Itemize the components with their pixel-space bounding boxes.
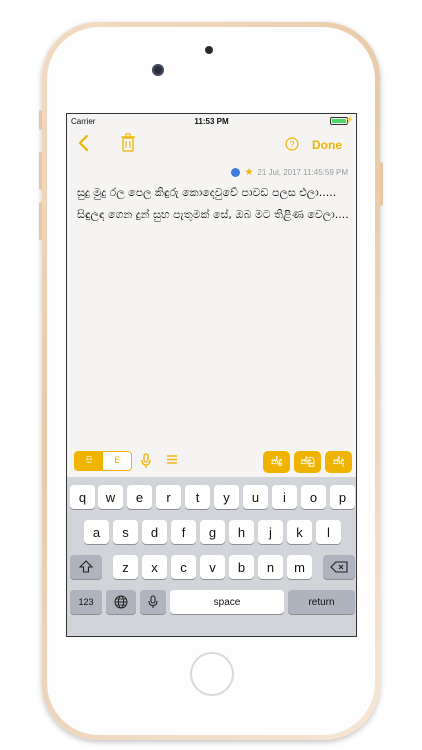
key-g[interactable]: g [200,520,225,544]
key-f[interactable]: f [171,520,196,544]
star-icon[interactable]: ★ [244,167,253,178]
key-v[interactable]: v [200,555,225,579]
power-button [380,162,383,206]
key-s[interactable]: s [113,520,138,544]
dictation-key[interactable] [140,590,166,614]
space-key[interactable]: space [170,590,284,614]
help-icon[interactable]: ? [285,136,299,155]
status-bar: Carrier 11:53 PM ⚡ [67,114,356,128]
shift-icon[interactable] [70,555,102,579]
charging-icon: ⚡ [345,117,354,124]
delete-icon[interactable] [323,555,355,579]
key-c[interactable]: c [171,555,196,579]
toolbar: ? Done [67,132,356,160]
input-mode-toggle[interactable]: සි E [74,451,132,471]
key-u[interactable]: u [243,485,268,509]
suggestion-chip[interactable]: න්දු [263,451,290,473]
menu-icon[interactable] [166,452,178,470]
app-screen: Carrier 11:53 PM ⚡ ? Done ★ 21 Jul, 2017… [66,113,357,637]
microphone-icon [148,595,158,609]
key-o[interactable]: o [301,485,326,509]
globe-icon[interactable] [106,590,136,614]
svg-text:?: ? [289,140,294,150]
key-b[interactable]: b [229,555,254,579]
note-body[interactable]: සුදු මුදු රල පෙල කිඳුරු කොදෙවුවේ පාවඩ පල… [77,186,349,230]
note-paragraph[interactable]: සුදු මුදු රල පෙල කිඳුරු කොදෙවුවේ පාවඩ පල… [77,186,349,200]
key-k[interactable]: k [287,520,312,544]
key-d[interactable]: d [142,520,167,544]
microphone-icon[interactable] [140,453,152,472]
key-q[interactable]: q [70,485,95,509]
status-time: 11:53 PM [194,117,229,126]
key-e[interactable]: e [127,485,152,509]
key-l[interactable]: l [316,520,341,544]
key-m[interactable]: m [287,555,312,579]
key-z[interactable]: z [113,555,138,579]
done-button[interactable]: Done [312,138,342,152]
volume-up-button [39,152,42,190]
note-paragraph[interactable]: සිඳුලඳ ගෙන දුන් සුභ පැතුමක් සේ, ඔබ මට ති… [77,208,349,222]
note-timestamp: 21 Jul, 2017 11:45:59 PM [257,168,348,177]
speaker [205,46,213,54]
key-y[interactable]: y [214,485,239,509]
key-a[interactable]: a [84,520,109,544]
volume-down-button [39,202,42,240]
trash-icon[interactable] [120,133,136,157]
key-i[interactable]: i [272,485,297,509]
return-key[interactable]: return [288,590,355,614]
key-w[interactable]: w [98,485,123,509]
key-j[interactable]: j [258,520,283,544]
key-x[interactable]: x [142,555,167,579]
flag-icon[interactable] [231,168,241,177]
suggestion-chip[interactable]: න්ද [325,451,352,473]
numbers-key[interactable]: 123 [70,590,102,614]
key-p[interactable]: p [330,485,355,509]
keyboard: q w e r t y u i o p a s d f g h j k l z [67,477,356,636]
sinhala-mode[interactable]: සි [75,452,103,470]
key-r[interactable]: r [156,485,181,509]
home-button[interactable] [190,652,234,696]
note-meta: ★ 21 Jul, 2017 11:45:59 PM [231,167,348,178]
mute-switch [39,110,42,130]
suggestion-chip[interactable]: න්ඩු [294,451,321,473]
front-camera [152,64,164,76]
chevron-left-icon[interactable] [77,134,89,156]
key-h[interactable]: h [229,520,254,544]
keyboard-accessory-bar: සි E න්දු න්ඩු න්ද [67,451,356,475]
english-mode[interactable]: E [103,452,131,470]
key-t[interactable]: t [185,485,210,509]
key-n[interactable]: n [258,555,283,579]
